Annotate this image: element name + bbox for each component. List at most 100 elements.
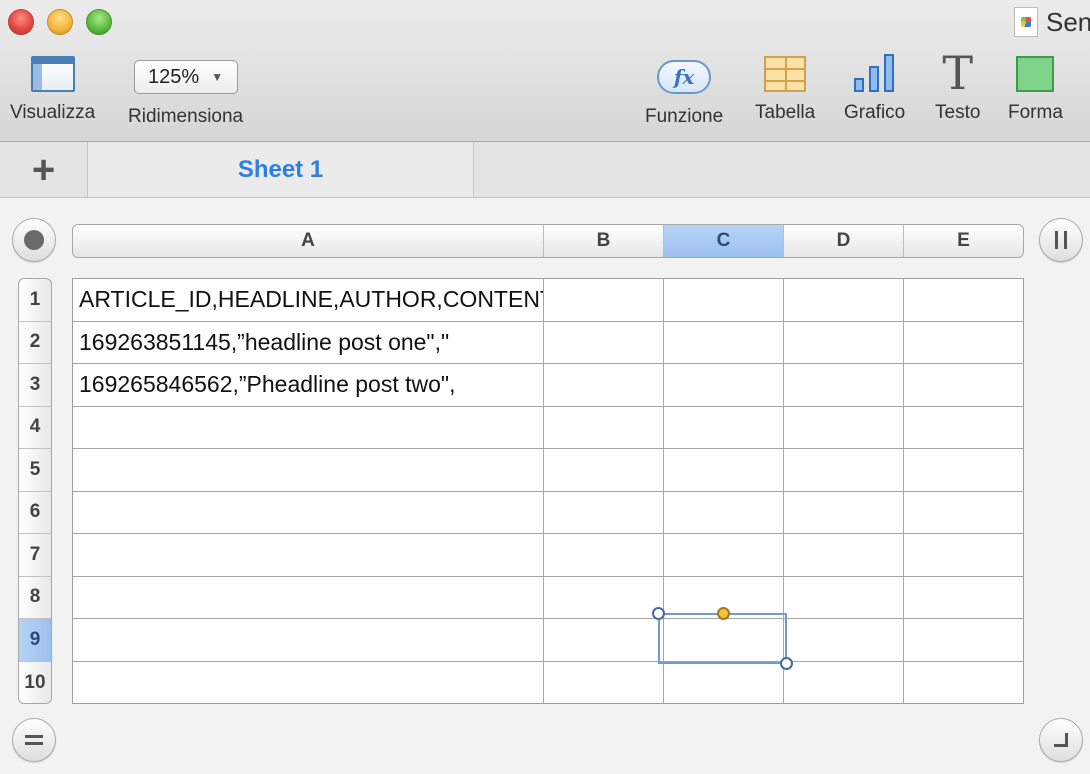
cell-e8[interactable] — [904, 577, 1024, 619]
cell-c4[interactable] — [664, 406, 784, 449]
tab-sheet-1[interactable]: Sheet 1 — [88, 142, 474, 197]
cell-b6[interactable] — [544, 491, 664, 534]
add-sheet-button[interactable]: + — [0, 142, 88, 197]
row-header-10[interactable]: 10 — [19, 662, 51, 704]
cell-c6[interactable] — [664, 491, 784, 534]
resize-corner-icon — [1054, 733, 1068, 747]
resize-table-handle[interactable] — [1039, 718, 1083, 762]
cell-e3[interactable] — [904, 364, 1024, 407]
cell-a5[interactable] — [73, 449, 544, 492]
cell-e4[interactable] — [904, 407, 1024, 449]
row-header-4[interactable]: 4 — [19, 407, 51, 449]
cell-b10[interactable] — [544, 661, 664, 704]
cell-d3[interactable] — [784, 364, 904, 407]
zoom-dropdown[interactable]: 125% ▼ — [133, 60, 238, 94]
minimize-window-button[interactable] — [47, 9, 73, 35]
shape-icon — [1016, 56, 1055, 92]
cell-selection[interactable] — [652, 607, 793, 670]
chart-tool[interactable]: Grafico — [844, 54, 905, 124]
zoom-window-button[interactable] — [86, 9, 112, 35]
cell-e7[interactable] — [904, 534, 1024, 577]
column-header-c[interactable]: C — [664, 225, 784, 257]
cell-a10[interactable] — [73, 661, 544, 704]
column-header-a[interactable]: A — [73, 225, 544, 257]
cell-b4[interactable] — [544, 406, 664, 449]
cell-c7[interactable] — [664, 534, 784, 577]
shape-tool[interactable]: Forma — [1008, 56, 1063, 124]
cell-b7[interactable] — [544, 534, 664, 577]
cell-a2[interactable]: 169263851145,”headline post one"," — [73, 321, 544, 364]
window-title-text: Sen — [1046, 6, 1090, 37]
select-table-button[interactable] — [12, 218, 56, 262]
cell-a9[interactable] — [73, 619, 544, 662]
cell-e9[interactable] — [904, 619, 1024, 662]
column-header-d[interactable]: D — [784, 225, 904, 257]
cell-d4[interactable] — [784, 406, 904, 449]
sheet-tab-bar: + Sheet 1 — [0, 142, 1090, 198]
cell-d1[interactable] — [784, 279, 904, 322]
cell-b5[interactable] — [544, 449, 664, 492]
selection-handle-top-left[interactable] — [652, 607, 665, 620]
row-header-7[interactable]: 7 — [19, 534, 51, 577]
add-rows-handle[interactable] — [12, 718, 56, 762]
column-header-e[interactable]: E — [904, 225, 1023, 257]
spreadsheet-grid: ARTICLE_ID,HEADLINE,AUTHOR,CONTENT 169263… — [72, 278, 1024, 704]
cell-a1[interactable]: ARTICLE_ID,HEADLINE,AUTHOR,CONTENT — [73, 279, 544, 322]
cell-b1[interactable] — [544, 279, 664, 322]
cell-b3[interactable] — [544, 364, 664, 407]
row-header-9[interactable]: 9 — [19, 619, 51, 662]
cell-d8[interactable] — [784, 576, 904, 619]
cell-c1[interactable] — [664, 279, 784, 322]
zoom-label: Ridimensiona — [128, 106, 244, 127]
chart-label: Grafico — [844, 102, 906, 123]
function-icon: fx — [657, 60, 712, 94]
cell-d5[interactable] — [784, 449, 904, 492]
cell-a4[interactable] — [73, 406, 544, 449]
cell-c2[interactable] — [664, 321, 784, 364]
row-header-5[interactable]: 5 — [19, 449, 51, 492]
selection-handle-fill[interactable] — [717, 607, 730, 620]
row-handle-icon — [25, 735, 43, 745]
cell-e1[interactable] — [904, 279, 1024, 322]
selection-handle-bottom-right[interactable] — [780, 657, 793, 670]
text-icon: T — [942, 46, 974, 100]
cell-d10[interactable] — [784, 661, 904, 704]
text-tool[interactable]: T Testo — [935, 46, 980, 124]
cell-b2[interactable] — [544, 321, 664, 364]
column-header-b[interactable]: B — [544, 225, 664, 257]
add-columns-handle[interactable] — [1039, 218, 1083, 262]
cell-a3[interactable]: 169265846562,”Pheadline post two", — [73, 364, 544, 407]
table-tool[interactable]: Tabella — [755, 56, 815, 124]
row-header-8[interactable]: 8 — [19, 577, 51, 619]
numbers-document-icon — [1014, 7, 1038, 37]
row-header-2[interactable]: 2 — [19, 322, 51, 364]
cell-e5[interactable] — [904, 449, 1024, 492]
zoom-tool[interactable]: 125% ▼ Ridimensiona — [128, 58, 243, 128]
cell-a8[interactable] — [73, 576, 544, 619]
row-header-6[interactable]: 6 — [19, 492, 51, 534]
cell-e6[interactable] — [904, 492, 1024, 534]
plus-icon: + — [31, 147, 56, 192]
cell-d2[interactable] — [784, 321, 904, 364]
row-header-3[interactable]: 3 — [19, 364, 51, 407]
cell-c10[interactable] — [664, 661, 784, 704]
cell-e2[interactable] — [904, 322, 1024, 364]
cell-b9[interactable] — [544, 619, 664, 662]
cell-b8[interactable] — [544, 576, 664, 619]
circle-icon — [24, 230, 44, 250]
cell-d7[interactable] — [784, 534, 904, 577]
cell-d6[interactable] — [784, 491, 904, 534]
function-tool[interactable]: fx Funzione — [645, 58, 723, 128]
view-tool[interactable]: Visualizza — [10, 56, 95, 124]
cell-a7[interactable] — [73, 534, 544, 577]
close-window-button[interactable] — [8, 9, 34, 35]
shape-label: Forma — [1008, 102, 1063, 123]
cell-c3[interactable] — [664, 364, 784, 407]
dropdown-caret-icon: ▼ — [211, 70, 224, 84]
cell-c5[interactable] — [664, 449, 784, 492]
cell-d9[interactable] — [784, 619, 904, 662]
cell-e10[interactable] — [904, 662, 1024, 705]
row-header-1[interactable]: 1 — [19, 279, 51, 322]
cell-a6[interactable] — [73, 491, 544, 534]
function-label: Funzione — [645, 106, 724, 127]
